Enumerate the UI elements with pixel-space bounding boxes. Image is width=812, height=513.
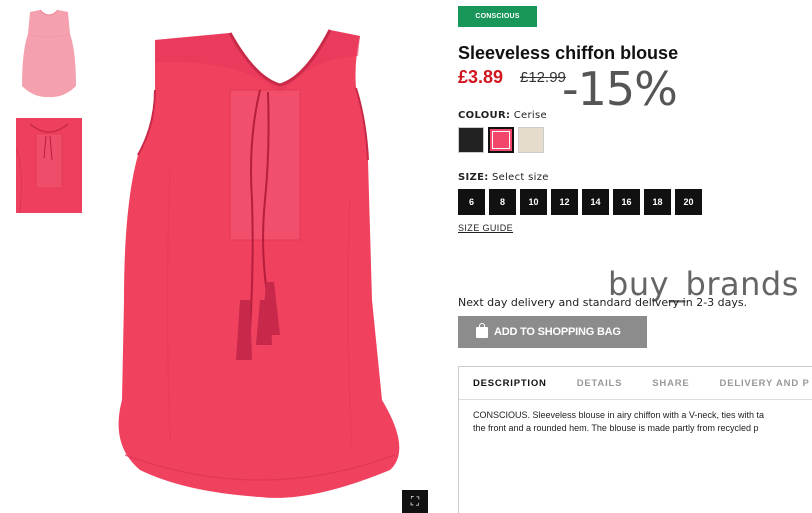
size-prompt: Select size (492, 172, 549, 183)
blouse-detail-thumbnail-image (16, 118, 82, 213)
thumbnail-2[interactable] (16, 118, 82, 213)
colour-heading: COLOUR: (458, 110, 511, 121)
size-guide-link[interactable]: SIZE GUIDE (458, 223, 513, 233)
description-text: CONSCIOUS. Sleeveless blouse in airy chi… (459, 400, 812, 435)
fullscreen-button[interactable]: ⛶ (402, 490, 428, 513)
size-button-10[interactable]: 10 (520, 189, 547, 215)
original-price: £12.99 (520, 69, 566, 86)
add-to-bag-button[interactable]: ADD TO SHOPPING BAG (458, 316, 647, 348)
size-heading: SIZE: (458, 172, 489, 183)
blouse-thumbnail-image (16, 6, 82, 101)
description-line-1: CONSCIOUS. Sleeveless blouse in airy chi… (473, 410, 764, 420)
discount-label: -15% (562, 62, 678, 116)
shopping-bag-icon (476, 322, 488, 338)
product-main-image (110, 0, 440, 513)
conscious-badge: CONSCIOUS (458, 6, 537, 27)
delivery-info: Next day delivery and standard delivery … (458, 296, 748, 309)
fullscreen-icon: ⛶ (410, 494, 420, 508)
size-button-12[interactable]: 12 (551, 189, 578, 215)
swatch-beige[interactable] (518, 127, 544, 153)
size-button-20[interactable]: 20 (675, 189, 702, 215)
tab-description[interactable]: DESCRIPTION (459, 378, 547, 389)
tab-bar: DESCRIPTION DETAILS SHARE DELIVERY AND P (459, 367, 812, 400)
colour-label: COLOUR: Cerise (458, 110, 547, 121)
add-to-bag-label: ADD TO SHOPPING BAG (494, 326, 621, 338)
thumbnail-1[interactable] (16, 6, 82, 101)
product-info-tabs: DESCRIPTION DETAILS SHARE DELIVERY AND P… (458, 366, 812, 513)
swatch-black[interactable] (458, 127, 484, 153)
size-button-18[interactable]: 18 (644, 189, 671, 215)
size-button-6[interactable]: 6 (458, 189, 485, 215)
tab-share[interactable]: SHARE (638, 378, 689, 389)
product-title: Sleeveless chiffon blouse (458, 43, 679, 63)
colour-selected-value: Cerise (513, 110, 547, 121)
size-label: SIZE: Select size (458, 172, 549, 183)
swatch-cerise[interactable] (488, 127, 514, 153)
size-button-8[interactable]: 8 (489, 189, 516, 215)
tab-delivery[interactable]: DELIVERY AND P (706, 378, 810, 389)
size-button-14[interactable]: 14 (582, 189, 609, 215)
size-button-16[interactable]: 16 (613, 189, 640, 215)
tab-details[interactable]: DETAILS (563, 378, 623, 389)
colour-swatches (458, 127, 544, 153)
current-price: £3.89 (458, 67, 504, 87)
size-options: 6 8 10 12 14 16 18 20 (458, 189, 702, 215)
description-line-2: the front and a rounded hem. The blouse … (473, 423, 759, 433)
